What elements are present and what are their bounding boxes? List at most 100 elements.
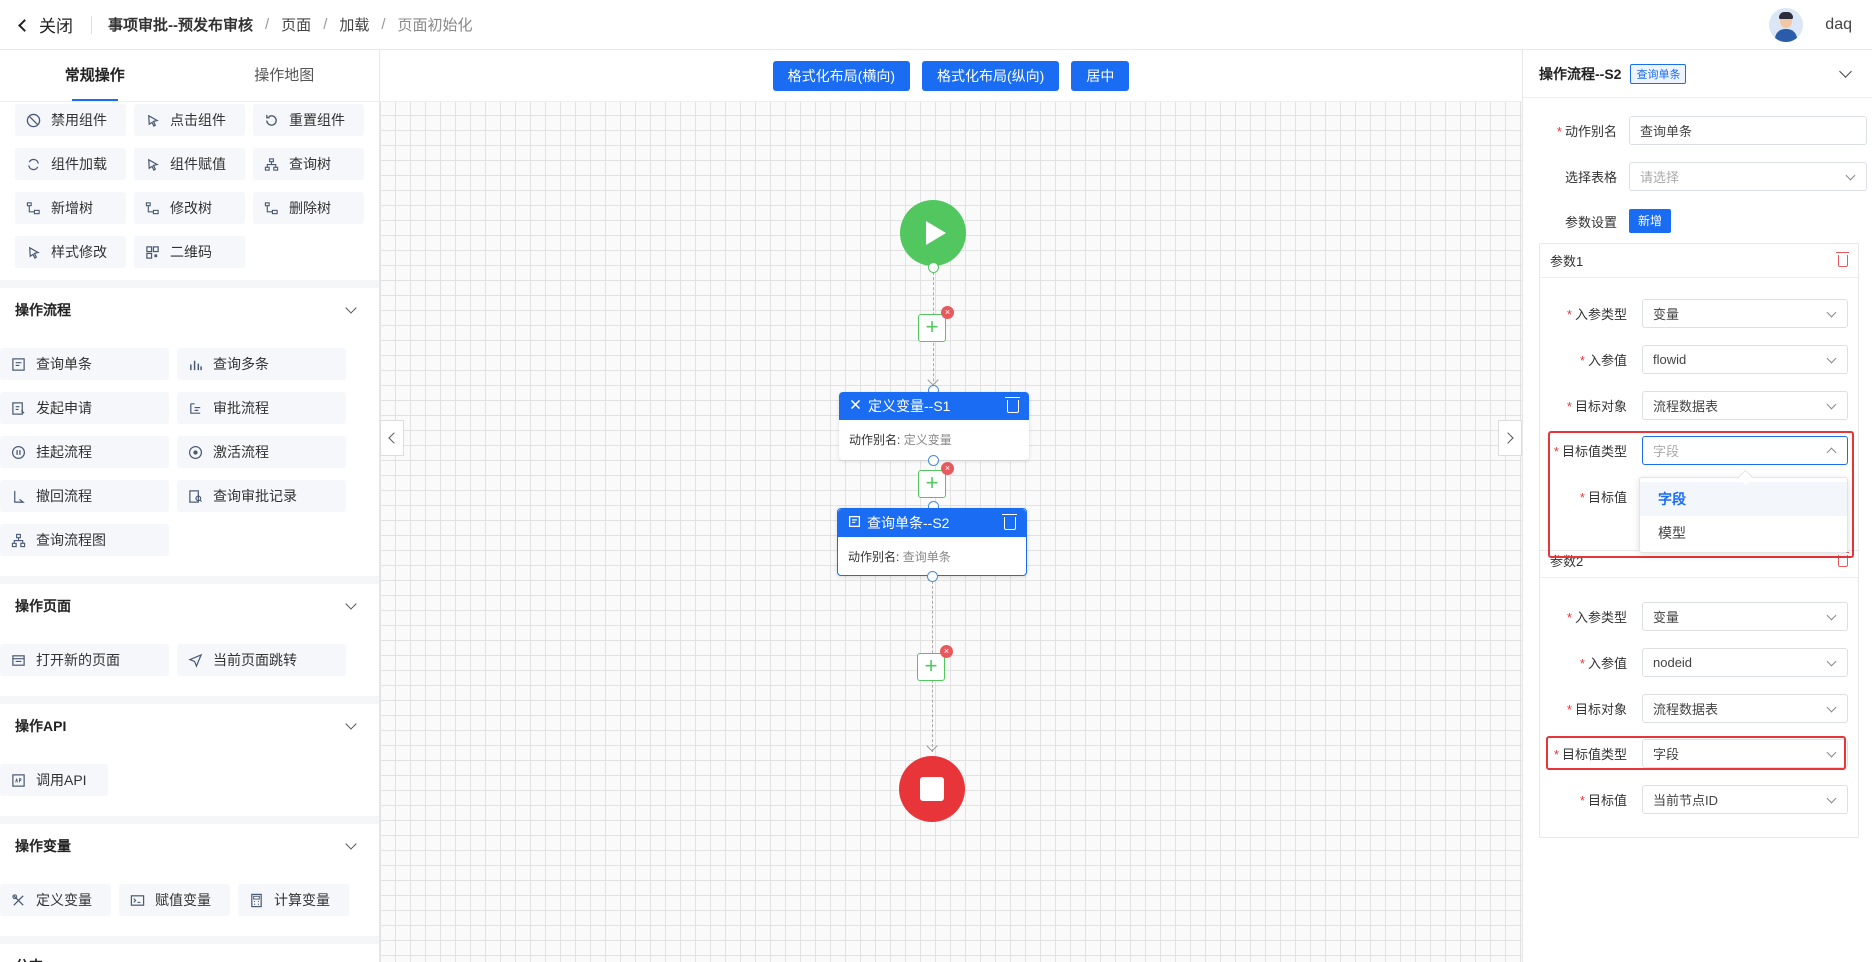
flow-node-card[interactable]: 定义变量--S1 动作别名: 定义变量	[839, 392, 1029, 460]
close-button[interactable]: 关闭	[18, 12, 73, 37]
target-object-select[interactable]: 流程数据表	[1642, 693, 1848, 723]
chevron-down-icon	[1826, 307, 1837, 317]
palette-item[interactable]: 查询树	[253, 148, 364, 180]
query-single-icon	[10, 356, 26, 372]
palette-item[interactable]: 撤回流程	[0, 480, 169, 512]
ban-icon	[25, 112, 41, 128]
section-header[interactable]: 操作API	[0, 696, 379, 748]
end-node[interactable]	[899, 756, 965, 822]
format-horizontal-button[interactable]: 格式化布局(横向)	[772, 60, 910, 91]
alias-input[interactable]: 查询单条	[1629, 115, 1867, 145]
collapse-left-button[interactable]	[380, 420, 404, 456]
palette-item[interactable]: 新增树	[15, 192, 126, 224]
close-label: 关闭	[39, 17, 73, 36]
apply-icon	[10, 400, 26, 416]
palette-item[interactable]: 查询流程图	[0, 524, 169, 556]
breadcrumb-item[interactable]: 页面	[281, 14, 311, 35]
breadcrumb-item[interactable]: 事项审批--预发布审核	[108, 14, 253, 35]
user-area: daq	[1769, 8, 1852, 42]
palette-item[interactable]: 激活流程	[177, 436, 346, 468]
target-object-select[interactable]: 流程数据表	[1642, 390, 1848, 420]
palette-item[interactable]: 二维码	[134, 236, 245, 268]
arrow-head	[927, 374, 939, 386]
connection-port[interactable]	[928, 262, 939, 273]
add-param-button[interactable]: 新增	[1629, 209, 1672, 233]
tree-add-icon	[25, 200, 41, 216]
remove-step-button[interactable]: ×	[941, 462, 954, 475]
breadcrumb-current: 页面初始化	[397, 17, 473, 34]
breadcrumb-separator: /	[323, 16, 328, 33]
palette-item[interactable]: 组件加载	[15, 148, 126, 180]
remove-step-button[interactable]: ×	[941, 306, 954, 319]
target-value-select[interactable]: 当前节点ID	[1642, 784, 1848, 814]
dropdown-option-model[interactable]: 模型	[1640, 516, 1847, 550]
send-icon	[187, 652, 203, 668]
section-header[interactable]: 分支	[0, 936, 379, 962]
table-select[interactable]: 请选择	[1629, 161, 1867, 191]
add-step-button[interactable]: +	[918, 314, 946, 342]
pause-icon	[10, 444, 26, 460]
param-value-select[interactable]: flowid	[1642, 344, 1848, 374]
delete-node-icon[interactable]	[1002, 513, 1017, 530]
chevron-right-icon	[1502, 432, 1514, 444]
palette-item[interactable]: 审批流程	[177, 392, 346, 424]
palette-item[interactable]: 发起申请	[0, 392, 169, 424]
top-bar: 关闭 事项审批--预发布审核 / 页面 / 加载 / 页面初始化 daq	[0, 0, 1872, 50]
palette-item[interactable]: 定义变量	[0, 884, 111, 916]
add-step-button[interactable]: +	[917, 653, 945, 681]
palette-item[interactable]: 调用API	[0, 764, 108, 796]
palette-item[interactable]: 组件赋值	[134, 148, 245, 180]
palette-item[interactable]: 赋值变量	[119, 884, 230, 916]
chevron-down-icon	[1826, 610, 1837, 620]
palette-item[interactable]: 修改树	[134, 192, 245, 224]
start-node[interactable]	[900, 200, 966, 266]
field-label: 动作别名	[1564, 123, 1617, 139]
palette-item[interactable]: 当前页面跳转	[177, 644, 346, 676]
center-button[interactable]: 居中	[1071, 60, 1130, 91]
tab-op-map[interactable]: 操作地图	[190, 50, 380, 101]
palette-item[interactable]: 重置组件	[253, 104, 364, 136]
palette-item[interactable]: 点击组件	[134, 104, 245, 136]
param-type-select[interactable]: 变量	[1642, 601, 1848, 631]
field-label: 目标对象	[1574, 701, 1627, 717]
palette-item[interactable]: 挂起流程	[0, 436, 169, 468]
palette-item[interactable]: 查询多条	[177, 348, 346, 380]
remove-step-button[interactable]: ×	[940, 645, 953, 658]
stop-icon	[920, 777, 944, 801]
palette-item[interactable]: 样式修改	[15, 236, 126, 268]
chevron-down-icon	[1826, 399, 1837, 409]
collapse-right-button[interactable]	[1498, 420, 1522, 456]
form-row: * 目标值 当前节点ID	[1523, 780, 1848, 818]
connection-port[interactable]	[928, 455, 939, 466]
chevron-down-icon	[345, 958, 357, 962]
palette-item[interactable]: 查询审批记录	[177, 480, 346, 512]
query-single-icon	[848, 515, 861, 531]
delete-param-icon[interactable]	[1836, 251, 1849, 267]
palette-item[interactable]: 删除树	[253, 192, 364, 224]
section-header[interactable]: 操作流程	[0, 280, 379, 332]
delete-node-icon[interactable]	[1005, 396, 1020, 413]
chevron-down-icon	[345, 718, 357, 730]
flow-canvas[interactable]: 格式化布局(横向) 格式化布局(纵向) 居中 + × 定义变量--S1 动作别名…	[380, 50, 1522, 962]
palette-item[interactable]: 禁用组件	[15, 104, 126, 136]
palette-item[interactable]: 查询单条	[0, 348, 169, 380]
avatar[interactable]	[1769, 8, 1804, 42]
palette-item[interactable]: 打开新的页面	[0, 644, 169, 676]
field-label: 参数设置	[1564, 214, 1617, 230]
breadcrumb-item[interactable]: 加载	[339, 14, 369, 35]
flow-node-card-selected[interactable]: 查询单条--S2 动作别名: 查询单条	[837, 508, 1027, 576]
palette-item[interactable]: 计算变量	[238, 884, 349, 916]
connection-port[interactable]	[927, 571, 938, 582]
param-value-select[interactable]: nodeid	[1642, 647, 1848, 677]
username[interactable]: daq	[1825, 16, 1852, 34]
chevron-down-icon[interactable]	[1839, 65, 1852, 78]
palette-tabs: 常规操作 操作地图	[0, 50, 379, 102]
section-header[interactable]: 操作变量	[0, 816, 379, 868]
dropdown-option-field[interactable]: 字段	[1640, 482, 1847, 516]
form-row: * 目标对象 流程数据表	[1523, 386, 1848, 424]
tab-common-ops[interactable]: 常规操作	[0, 50, 190, 101]
add-step-button[interactable]: +	[918, 470, 946, 498]
format-vertical-button[interactable]: 格式化布局(纵向)	[922, 60, 1060, 91]
param-type-select[interactable]: 变量	[1642, 298, 1848, 328]
section-header[interactable]: 操作页面	[0, 576, 379, 628]
